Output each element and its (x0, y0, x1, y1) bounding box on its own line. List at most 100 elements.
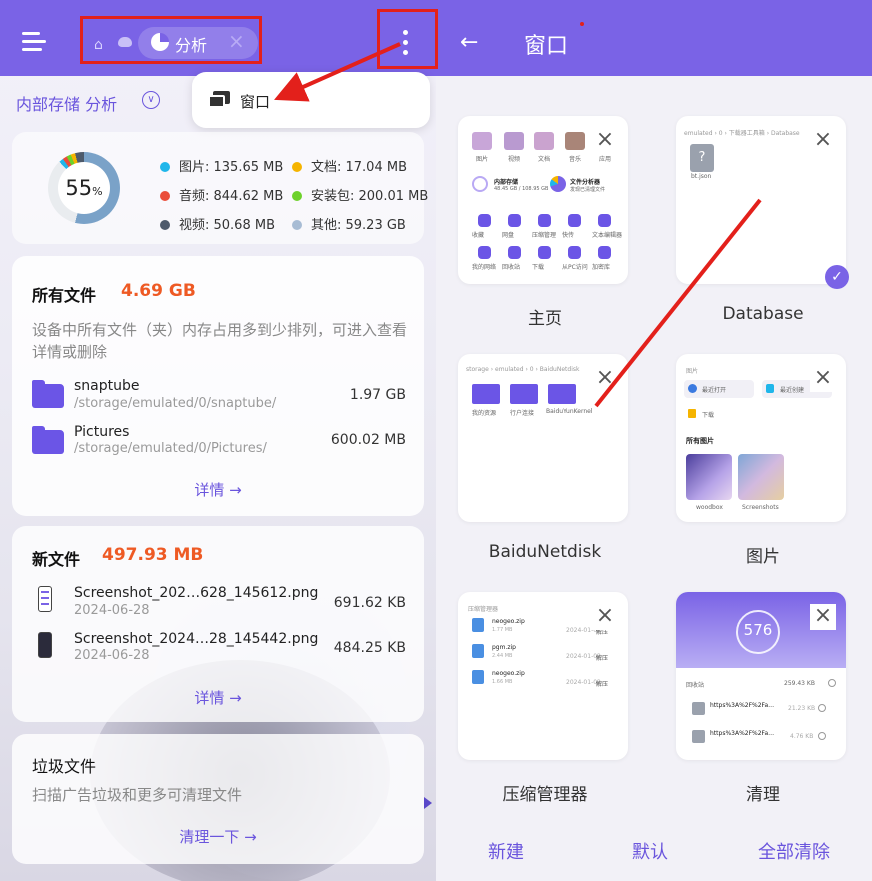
clear-all-button[interactable]: 全部清除 (758, 838, 830, 864)
window-label: BaiduNetdisk (488, 542, 602, 562)
close-window-icon[interactable]: × (592, 128, 618, 154)
legend-item: 视频: 50.68 MB (160, 214, 275, 233)
zip-file-name: pgm.zip (492, 644, 516, 651)
menu-item-window[interactable]: 窗口 (240, 91, 270, 112)
file-name[interactable]: Screenshot_2024…28_145442.png (74, 631, 318, 647)
junk-desc: 扫描广告垃圾和更多可清理文件 (32, 786, 243, 804)
zip-file-size: 2.44 MB (492, 653, 513, 659)
tool-label: 网盘 (502, 232, 515, 239)
breadcrumb[interactable]: 内部存储 分析 (16, 91, 117, 115)
top-bar: ← 窗口 (436, 0, 872, 76)
legend-label: 其他: 59.23 GB (311, 218, 406, 233)
analyzer-detail: 发现已清理文件 (570, 187, 606, 193)
folder-name: BaiduYunKernel (546, 408, 593, 415)
zip-file-size: 1.77 MB (492, 627, 513, 633)
all-files-desc: 设备中所有文件（夹）内存占用多到少排列，可进入查看详情或删除 (32, 321, 408, 361)
file-name[interactable]: Pictures (74, 424, 129, 440)
recycle-bin-size: 259.43 KB (784, 680, 815, 687)
album-name: Screenshots (742, 504, 779, 511)
album-name: woodbox (696, 504, 723, 511)
close-window-icon[interactable]: × (810, 128, 836, 154)
tool-label: 文本编辑器 (592, 232, 623, 239)
all-files-size: 4.69 GB (121, 281, 196, 301)
close-window-icon[interactable]: × (810, 604, 836, 630)
legend-dot (160, 162, 170, 172)
file-path: /storage/emulated/0/Pictures/ (74, 441, 267, 456)
file-name[interactable]: Screenshot_202…628_145612.png (74, 585, 318, 601)
file-size: 484.25 KB (333, 640, 406, 656)
zip-file-icon (472, 670, 484, 684)
zip-file-size: 1.66 MB (492, 679, 513, 685)
legend-label: 安装包: 200.01 MB (311, 189, 429, 204)
tool-label: 压缩管理 (532, 232, 557, 239)
storage-detail: 48.45 GB / 108.95 GB (494, 186, 549, 192)
clean-up-button[interactable]: 清理一下 → (0, 826, 436, 847)
menu-icon[interactable] (22, 32, 46, 52)
tool-icon (538, 246, 551, 259)
overflow-menu: 窗口 (192, 72, 430, 128)
storage-percent: 55% (65, 176, 103, 200)
legend-dot (292, 162, 302, 172)
file-size: 600.02 MB (330, 432, 406, 448)
file-date: 2024-06-28 (74, 648, 150, 663)
junk-item-name: https%3A%2F%2Fa… (710, 730, 775, 737)
folder-icon (32, 426, 64, 454)
tool-icon (538, 214, 551, 227)
junk-item-size: 21.23 KB (788, 705, 816, 712)
zip-file-name: neogeo.zip (492, 670, 525, 677)
screenshot-thumbnail (38, 586, 52, 612)
junk-item-size: 4.76 KB (790, 733, 814, 740)
analyzer-name: 文件分析器 (570, 179, 601, 186)
folder-icon (32, 380, 64, 408)
tool-label: 下载 (532, 264, 545, 271)
selected-check-icon[interactable]: ✓ (825, 265, 849, 289)
close-window-icon[interactable]: × (592, 604, 618, 630)
window-label: 压缩管理器 (502, 785, 588, 805)
tool-label: 快传 (562, 232, 575, 239)
folder-name: 行户连接 (510, 410, 535, 417)
category-icon (565, 132, 585, 150)
radio-icon (818, 732, 826, 740)
zip-file-icon (472, 644, 484, 658)
album-thumbnail (738, 454, 784, 500)
windows-icon (208, 91, 230, 108)
legend-label: 图片: 135.65 MB (179, 160, 284, 175)
category-label: 应用 (599, 156, 612, 163)
category-icon (472, 132, 492, 150)
tool-icon (478, 214, 491, 227)
zip-file-action[interactable]: 解压 (596, 653, 608, 662)
window-label: 主页 (528, 309, 562, 329)
scroll-arrow-icon (424, 797, 432, 809)
new-window-button[interactable]: 新建 (488, 838, 524, 864)
tool-icon (508, 214, 521, 227)
screenshot-thumbnail (38, 632, 52, 658)
folder-icon (548, 384, 576, 404)
file-name[interactable]: snaptube (74, 378, 140, 394)
close-window-icon[interactable]: × (592, 366, 618, 392)
all-files-detail-link[interactable]: 详情 → (0, 479, 436, 500)
radio-icon (828, 679, 836, 687)
legend-dot (292, 220, 302, 230)
legend-item: 文档: 17.04 MB (292, 156, 407, 175)
junk-item-name: https%3A%2F%2Fa… (710, 702, 775, 709)
back-arrow-icon[interactable]: ← (460, 30, 478, 55)
folder-icon (510, 384, 538, 404)
download-label: 下载 (702, 412, 715, 419)
path-breadcrumb: storage › emulated › 0 › BaiduNetdisk (466, 366, 580, 373)
chevron-down-icon[interactable]: ∨ (142, 91, 160, 109)
recycle-bin-label: 回收站 (686, 682, 705, 689)
radio-icon (818, 704, 826, 712)
download-icon (688, 409, 696, 418)
tool-label: 回收站 (502, 264, 521, 271)
close-window-icon[interactable]: × (810, 366, 836, 392)
tool-icon (568, 214, 581, 227)
tool-icon (568, 246, 581, 259)
album-thumbnail (686, 454, 732, 500)
zip-file-action[interactable]: 解压 (596, 679, 608, 688)
new-files-detail-link[interactable]: 详情 → (0, 687, 436, 708)
page-title: 窗口 (524, 34, 569, 59)
legend-dot (160, 191, 170, 201)
default-button[interactable]: 默认 (632, 838, 668, 864)
file-size: 1.97 GB (349, 387, 406, 403)
new-files-size: 497.93 MB (102, 545, 204, 565)
